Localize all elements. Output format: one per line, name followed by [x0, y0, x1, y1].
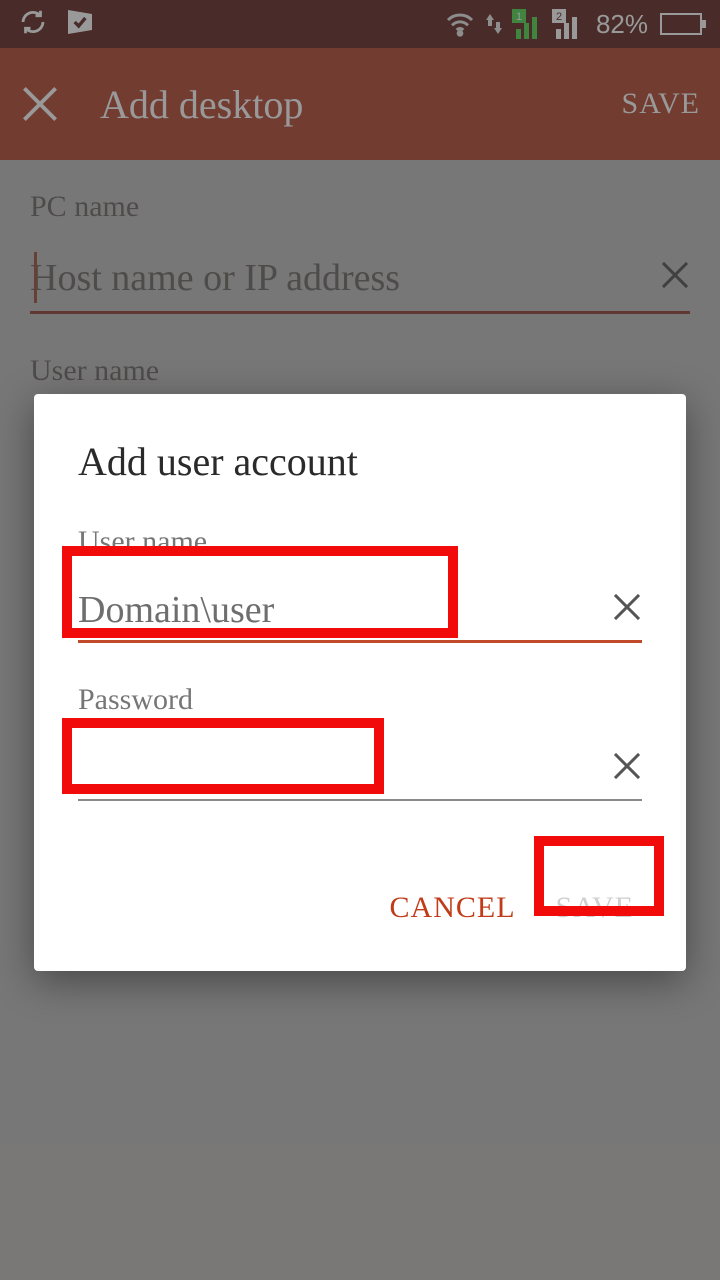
x-icon — [612, 592, 642, 622]
x-icon — [612, 751, 642, 781]
add-user-account-dialog: Add user account User name Domain\user P… — [34, 394, 686, 971]
clear-password-button[interactable] — [612, 751, 642, 786]
dialog-password-label: Password — [78, 683, 642, 717]
dialog-title: Add user account — [78, 438, 642, 485]
password-input[interactable] — [78, 737, 642, 801]
dialog-username-label: User name — [78, 525, 642, 559]
username-placeholder: Domain\user — [78, 588, 274, 632]
cancel-button[interactable]: CANCEL — [390, 891, 516, 925]
clear-username-button[interactable] — [612, 592, 642, 627]
username-input[interactable]: Domain\user — [78, 579, 642, 643]
dialog-actions: CANCEL SAVE — [78, 881, 642, 941]
save-button[interactable]: SAVE — [556, 891, 634, 925]
